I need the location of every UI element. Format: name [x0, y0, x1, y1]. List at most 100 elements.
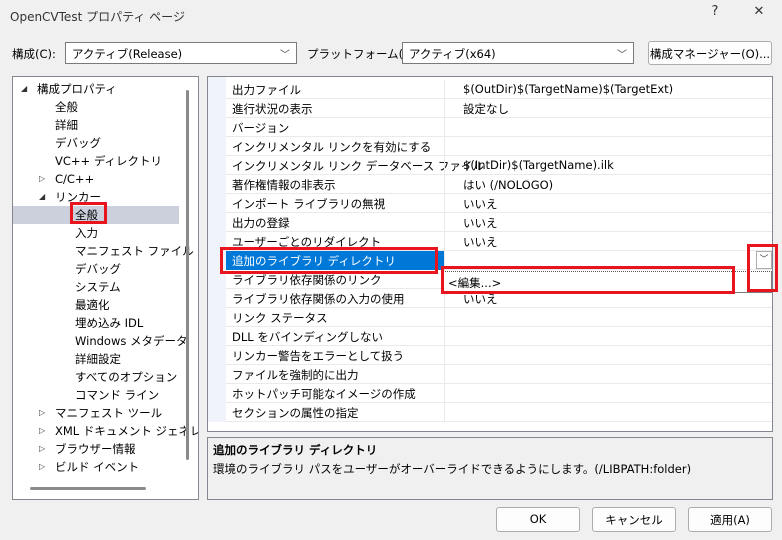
- tree-item-label: リンカー: [55, 190, 101, 204]
- property-value[interactable]: いいえ: [463, 291, 498, 307]
- tree-item[interactable]: 埋め込み IDL: [13, 314, 179, 332]
- property-value[interactable]: いいえ: [463, 215, 498, 231]
- property-value[interactable]: いいえ: [463, 234, 498, 250]
- property-row[interactable]: インポート ライブラリの無視 いいえ: [226, 194, 772, 213]
- tree-item[interactable]: 全般: [13, 206, 179, 224]
- tree-item[interactable]: ▷ ビルド イベント: [13, 458, 179, 476]
- expand-arrow-icon[interactable]: ▷: [39, 170, 45, 188]
- dropdown-option-edit[interactable]: <編集...>: [448, 276, 501, 290]
- property-grid: 出力ファイル $(OutDir)$(TargetName)$(TargetExt)…: [207, 76, 773, 432]
- tree-item[interactable]: 入力: [13, 224, 179, 242]
- tree-item-label: 詳細設定: [75, 352, 121, 366]
- collapse-arrow-icon[interactable]: ◢: [21, 80, 27, 98]
- column-divider: [444, 175, 445, 194]
- tree-item-label: ブラウザー情報: [55, 442, 136, 456]
- tree-item-label: 最適化: [75, 298, 110, 312]
- tree-item[interactable]: 全般: [13, 98, 179, 116]
- property-row[interactable]: ユーザーごとのリダイレクト いいえ: [226, 232, 772, 251]
- property-row[interactable]: 進行状況の表示 設定なし: [226, 99, 772, 118]
- property-name: 出力の登録: [232, 216, 290, 230]
- cancel-button[interactable]: キャンセル: [592, 507, 676, 532]
- property-value[interactable]: 設定なし: [463, 101, 509, 117]
- property-row[interactable]: リンカー警告をエラーとして扱う: [226, 346, 772, 365]
- property-name: バージョン: [232, 121, 290, 135]
- help-button[interactable]: ?: [700, 4, 730, 26]
- tree-item-label: ビルド イベント: [55, 460, 140, 474]
- tree-item[interactable]: Windows メタデータ: [13, 332, 188, 350]
- tree-item[interactable]: ▷ ブラウザー情報: [13, 440, 179, 458]
- property-row[interactable]: セクションの属性の指定: [226, 403, 772, 422]
- column-divider: [444, 327, 445, 346]
- platform-select[interactable]: アクティブ(x64) ﹀: [402, 42, 634, 64]
- config-select[interactable]: アクティブ(Release) ﹀: [65, 42, 297, 64]
- expand-arrow-icon[interactable]: ▷: [39, 458, 45, 476]
- tree-item-label: 全般: [75, 208, 98, 222]
- tree-item[interactable]: コマンド ライン: [13, 386, 179, 404]
- property-row[interactable]: DLL をバインディングしない: [226, 327, 772, 346]
- tree-item[interactable]: ▷ C/C++: [13, 170, 179, 188]
- expand-arrow-icon[interactable]: ▷: [39, 440, 45, 458]
- tree-item[interactable]: 詳細: [13, 116, 179, 134]
- tree-item[interactable]: デバッグ: [13, 260, 179, 278]
- property-value[interactable]: はい (/NOLOGO): [463, 177, 553, 193]
- config-label: 構成(C):: [12, 47, 56, 61]
- tree-item[interactable]: ◢ 構成プロパティ: [13, 80, 179, 98]
- property-row[interactable]: インクリメンタル リンク データベース ファイル $(IntDir)$(Targe…: [226, 156, 772, 175]
- property-row[interactable]: 出力の登録 いいえ: [226, 213, 772, 232]
- tree-item-label: 構成プロパティ: [37, 82, 117, 96]
- property-row[interactable]: 著作権情報の非表示 はい (/NOLOGO): [226, 175, 772, 194]
- property-row[interactable]: 追加のライブラリ ディレクトリ: [226, 251, 772, 270]
- close-button[interactable]: ✕: [744, 4, 774, 26]
- column-divider: [444, 118, 445, 137]
- property-row[interactable]: 出力ファイル $(OutDir)$(TargetName)$(TargetExt): [226, 80, 772, 99]
- collapse-arrow-icon[interactable]: ◢: [39, 188, 45, 206]
- ok-button[interactable]: OK: [496, 507, 580, 532]
- property-name: インクリメンタル リンクを有効にする: [232, 140, 432, 154]
- column-divider: [444, 384, 445, 403]
- property-value[interactable]: $(OutDir)$(TargetName)$(TargetExt): [463, 82, 673, 96]
- tree-item-label: すべてのオプション: [75, 370, 178, 384]
- property-name: ライブラリ依存関係のリンク: [232, 273, 382, 287]
- property-row[interactable]: インクリメンタル リンクを有効にする: [226, 137, 772, 156]
- tree-item[interactable]: ▷ XML ドキュメント ジェネレー: [13, 422, 198, 440]
- dropdown-button[interactable]: ﹀: [756, 251, 772, 269]
- tree-item-label: デバッグ: [55, 136, 101, 150]
- property-value[interactable]: いいえ: [463, 196, 498, 212]
- tree-item[interactable]: ▷ マニフェスト ツール: [13, 404, 179, 422]
- column-divider: [444, 403, 445, 422]
- chevron-down-icon: ﹀: [617, 50, 627, 61]
- tree-horizontal-scrollbar[interactable]: [30, 487, 146, 490]
- tree-item[interactable]: システム: [13, 278, 179, 296]
- expand-arrow-icon[interactable]: ▷: [39, 404, 45, 422]
- tree-item[interactable]: デバッグ: [13, 134, 179, 152]
- tree-item[interactable]: 詳細設定: [13, 350, 179, 368]
- property-value[interactable]: $(IntDir)$(TargetName).ilk: [463, 158, 614, 172]
- property-row[interactable]: ホットパッチ可能なイメージの作成: [226, 384, 772, 403]
- tree-item-label: マニフェスト ツール: [55, 406, 163, 420]
- tree-item[interactable]: マニフェスト ファイル: [13, 242, 194, 260]
- tree-item-label: 全般: [55, 100, 78, 114]
- tree-item[interactable]: VC++ ディレクトリ: [13, 152, 179, 170]
- column-divider: [444, 194, 445, 213]
- tree-item[interactable]: 最適化: [13, 296, 179, 314]
- config-manager-button[interactable]: 構成マネージャー(O)...: [648, 41, 772, 65]
- tree-vertical-scrollbar[interactable]: [186, 90, 189, 460]
- column-divider: [444, 156, 445, 175]
- dropdown-list[interactable]: <編集...>: [443, 271, 772, 293]
- property-name: 著作権情報の非表示: [232, 178, 336, 192]
- property-name: ユーザーごとのリダイレクト: [232, 235, 382, 249]
- description-panel: 追加のライブラリ ディレクトリ 環境のライブラリ パスをユーザーがオーバーライドで…: [207, 437, 773, 500]
- property-name: 進行状況の表示: [232, 102, 313, 116]
- tree-item-label: 入力: [75, 226, 98, 240]
- property-name: ホットパッチ可能なイメージの作成: [232, 387, 416, 401]
- tree-item-label: VC++ ディレクトリ: [55, 154, 163, 168]
- tree-item-label: Windows メタデータ: [75, 334, 188, 348]
- tree-item[interactable]: すべてのオプション: [13, 368, 179, 386]
- property-name: インポート ライブラリの無視: [232, 197, 386, 211]
- tree-item[interactable]: ◢ リンカー: [13, 188, 179, 206]
- property-row[interactable]: バージョン: [226, 118, 772, 137]
- apply-button[interactable]: 適用(A): [688, 507, 772, 532]
- property-row[interactable]: ファイルを強制的に出力: [226, 365, 772, 384]
- property-row[interactable]: リンク ステータス: [226, 308, 772, 327]
- expand-arrow-icon[interactable]: ▷: [39, 422, 45, 440]
